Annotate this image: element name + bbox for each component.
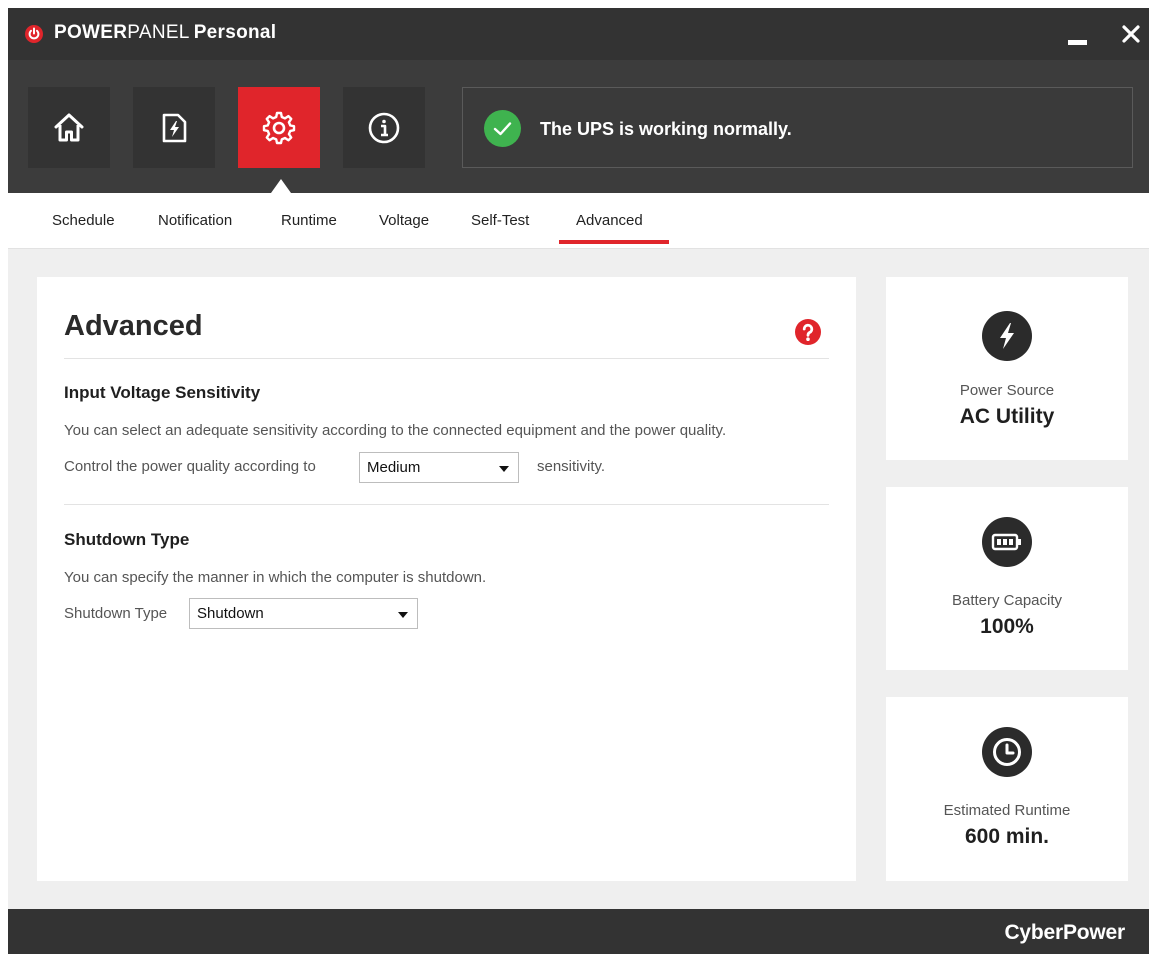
settings-gear-icon [262,111,296,144]
footer-bar: CyberPower [8,909,1149,954]
info-icon [368,112,400,143]
battery-icon-wrap [982,517,1032,567]
app-title-power: POWER [54,22,128,43]
tab-schedule[interactable]: Schedule [52,212,115,229]
help-icon[interactable] [795,319,821,345]
battery-capacity-card: Battery Capacity 100% [886,487,1128,670]
cyberpower-brand-logo: CyberPower [1004,921,1125,944]
estimated-runtime-label: Estimated Runtime [943,802,1071,819]
battery-capacity-value: 100% [980,615,1034,638]
nav-home-button[interactable] [28,87,110,168]
active-tab-indicator [559,240,669,244]
power-source-value: AC Utility [959,405,1055,428]
app-title: POWERPANEL Personal [54,22,276,44]
battery-capacity-label: Battery Capacity [951,592,1063,609]
sensitivity-description: You can select an adequate sensitivity a… [64,422,727,439]
nav-power-event-button[interactable] [133,87,215,168]
app-title-edition: Personal [193,22,277,43]
shutdown-type-label: Shutdown Type [64,605,168,622]
tab-runtime[interactable]: Runtime [281,212,337,229]
sensitivity-control-suffix: sensitivity. [537,458,606,475]
sensitivity-selected-value: Medium [367,459,421,476]
title-bar: POWERPANEL Personal [8,8,1149,60]
estimated-runtime-card: Estimated Runtime 600 min. [886,697,1128,881]
power-source-label: Power Source [959,382,1055,399]
sensitivity-control-prefix: Control the power quality according to [64,458,316,475]
chevron-down-icon [398,612,408,618]
shutdown-description: You can specify the manner in which the … [64,569,487,586]
close-icon[interactable] [1122,25,1140,43]
power-event-icon [162,113,187,142]
battery-icon [991,533,1021,551]
lightning-bolt-icon [1000,323,1014,349]
status-message: The UPS is working normally. [540,119,792,139]
power-source-card: Power Source AC Utility [886,277,1128,460]
home-icon [54,113,84,141]
chevron-down-icon [499,466,509,472]
minimize-button[interactable] [1068,40,1087,45]
power-logo-icon [25,25,43,43]
shutdown-type-select[interactable]: Shutdown [189,598,418,629]
sensitivity-select[interactable]: Medium [359,452,519,483]
status-panel: The UPS is working normally. [462,87,1133,168]
tab-advanced[interactable]: Advanced [576,212,643,229]
shutdown-section-title: Shutdown Type [64,530,190,549]
app-title-panel: PANEL [127,22,190,43]
power-source-icon-wrap [982,311,1032,361]
clock-icon [993,738,1021,766]
app-window: POWERPANEL Personal The UPS is working n… [8,8,1149,954]
tab-self-test[interactable]: Self-Test [471,212,529,229]
sensitivity-section-title: Input Voltage Sensitivity [64,383,261,402]
check-circle-icon [484,110,521,147]
tab-voltage[interactable]: Voltage [379,212,429,229]
title-divider [64,358,829,359]
tab-notification[interactable]: Notification [158,212,232,229]
shutdown-selected-value: Shutdown [197,605,264,622]
main-toolbar: The UPS is working normally. [8,60,1149,193]
estimated-runtime-value: 600 min. [964,825,1050,848]
page-title: Advanced [64,310,203,342]
runtime-icon-wrap [982,727,1032,777]
nav-settings-button[interactable] [238,87,320,168]
section-divider [64,504,829,505]
settings-tabs: Schedule Notification Runtime Voltage Se… [8,193,1149,249]
advanced-settings-card: Advanced Input Voltage Sensitivity You c… [37,277,856,881]
active-nav-pointer [271,179,291,193]
nav-info-button[interactable] [343,87,425,168]
